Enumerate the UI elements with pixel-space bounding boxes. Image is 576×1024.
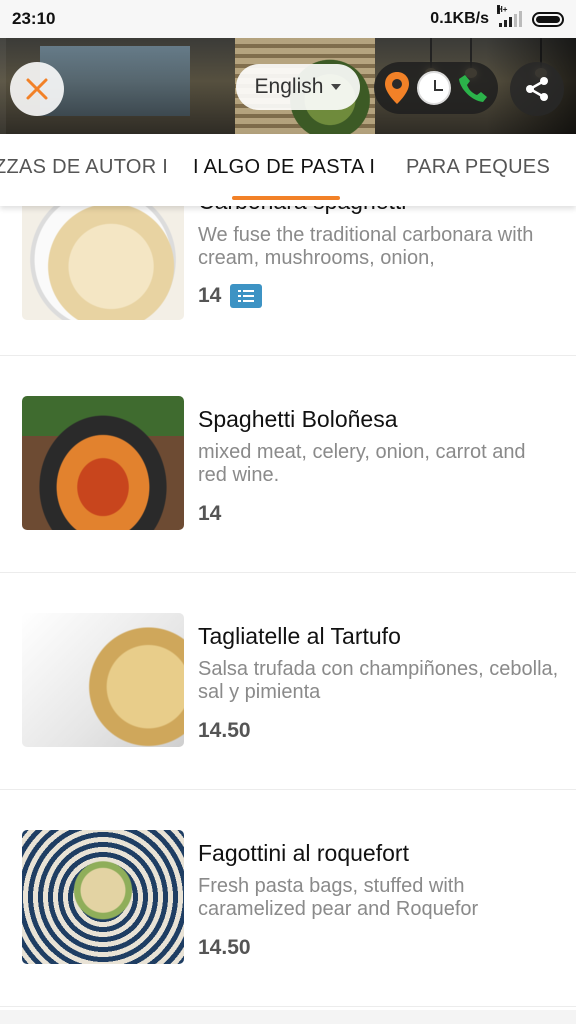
dish-name: Spaghetti Boloñesa: [198, 406, 398, 432]
list-icon: [238, 290, 254, 302]
dish-name: Fagottini al roquefort: [198, 840, 409, 866]
dish-image: [22, 396, 184, 530]
clock-icon[interactable]: [416, 71, 451, 105]
phone-icon[interactable]: [458, 73, 488, 103]
dish-price: 14.50: [198, 719, 251, 742]
language-label: English: [254, 75, 324, 98]
dish-price: 14: [198, 502, 222, 525]
tab-para-peques[interactable]: PARA PEQUES: [406, 156, 550, 179]
location-pin-icon[interactable]: [384, 71, 410, 105]
share-icon: [526, 77, 548, 101]
dish-image: [22, 830, 184, 964]
dish-description: We fuse the traditional carbonara with c…: [198, 224, 534, 269]
close-button[interactable]: [10, 62, 64, 116]
contact-info-group: [374, 62, 498, 114]
menu-item-list[interactable]: Carbonara spaghetti We fuse the traditio…: [0, 206, 576, 1007]
status-bar: 23:10 0.1KB/s H+: [0, 0, 576, 38]
status-time: 23:10: [12, 9, 56, 28]
dish-image: [22, 206, 184, 320]
network-type: H+: [497, 5, 508, 14]
active-tab-indicator: [232, 196, 340, 200]
dish-description: Fresh pasta bags, stuffed with carameliz…: [198, 875, 479, 920]
dish-price: 14: [198, 284, 222, 307]
language-selector[interactable]: English: [236, 64, 360, 110]
tab-algo-de-pasta[interactable]: I ALGO DE PASTA I: [193, 156, 375, 179]
menu-list-badge[interactable]: [230, 284, 262, 308]
dish-description: Salsa trufada con champiñones, cebolla, …: [198, 658, 559, 703]
menu-item-carbonara[interactable]: Carbonara spaghetti We fuse the traditio…: [0, 206, 576, 356]
bottom-edge: [0, 1010, 576, 1024]
status-indicators: 0.1KB/s H+: [430, 5, 564, 28]
dish-price: 14.50: [198, 936, 251, 959]
dish-description: mixed meat, celery, onion, carrot and re…: [198, 441, 526, 486]
menu-item-fagottini[interactable]: Fagottini al roquefort Fresh pasta bags,…: [0, 790, 576, 1007]
share-button[interactable]: [510, 62, 564, 116]
menu-item-tagliatelle[interactable]: Tagliatelle al Tartufo Salsa trufada con…: [0, 573, 576, 790]
dropdown-caret-icon: [331, 84, 342, 90]
signal-icon: H+: [497, 5, 522, 27]
dish-image: [22, 613, 184, 747]
category-tabs: ZZAS DE AUTOR I I ALGO DE PASTA I PARA P…: [0, 134, 576, 206]
network-speed: 0.1KB/s: [430, 10, 489, 27]
tab-pizzas-de-autor[interactable]: ZZAS DE AUTOR I: [0, 156, 168, 179]
dish-name: Tagliatelle al Tartufo: [198, 623, 401, 649]
menu-item-bolognesa[interactable]: Spaghetti Boloñesa mixed meat, celery, o…: [0, 356, 576, 573]
battery-icon: [532, 11, 564, 27]
restaurant-header-image: English: [0, 38, 576, 134]
close-x-icon: [26, 78, 48, 100]
dish-name: Carbonara spaghetti: [198, 206, 406, 215]
